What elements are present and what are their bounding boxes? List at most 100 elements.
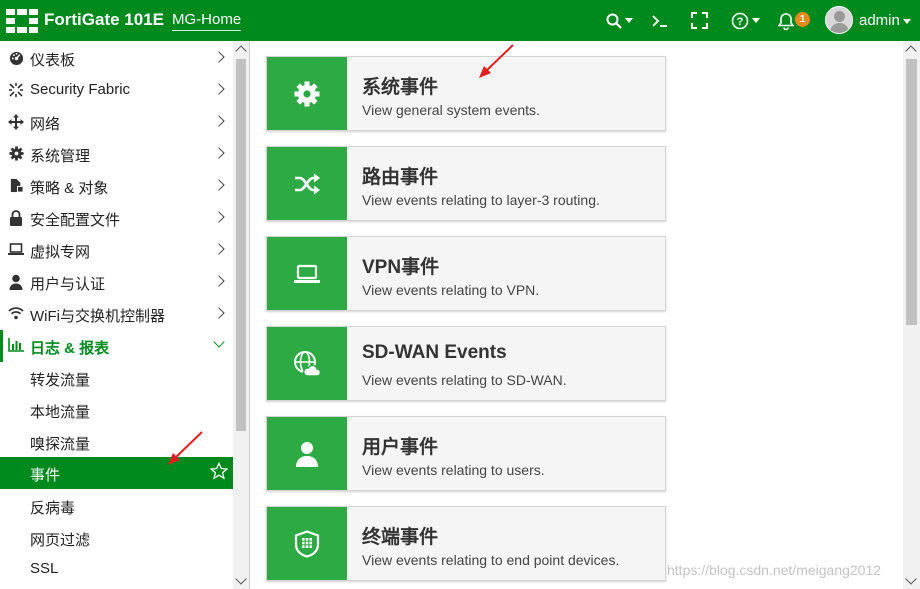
card-endpoint-events[interactable]: 终端事件 View events relating to end point d… (266, 506, 666, 581)
policy-icon (8, 178, 24, 194)
sidebar-item-label: Security Fabric (30, 81, 131, 98)
card-sdwan-events[interactable]: SD-WAN Events View events relating to SD… (266, 326, 666, 401)
svg-text:?: ? (737, 16, 744, 28)
card-router-events[interactable]: 路由事件 View events relating to layer-3 rou… (266, 146, 666, 221)
chevron-down-icon (213, 336, 225, 348)
sidebar-item-label: 安全配置文件 (30, 212, 121, 229)
scrollbar-thumb[interactable] (236, 59, 246, 431)
search-icon (606, 13, 622, 29)
sidebar-subitem-label: 网页过滤 (30, 532, 91, 549)
chevron-right-icon (213, 243, 225, 255)
card-title: 用户事件 (362, 437, 439, 458)
star-icon[interactable] (210, 462, 228, 480)
sidebar-subitem-sniffer-traffic[interactable]: 嗅探流量 (0, 426, 233, 458)
watermark: https://blog.csdn.net/meigang2012 (667, 562, 882, 578)
sidebar-item-vpn[interactable]: 虚拟专网 (0, 234, 233, 266)
notifications-button[interactable] (777, 10, 795, 32)
card-system-events[interactable]: 系统事件 View general system events. (266, 56, 666, 131)
main-scrollbar[interactable] (903, 41, 920, 589)
laptop-icon (8, 242, 24, 258)
avatar[interactable] (825, 6, 853, 34)
sidebar-scrollbar[interactable] (233, 41, 249, 589)
chevron-right-icon (213, 275, 225, 287)
globe-cloud-icon (294, 351, 321, 377)
card-description: View events relating to VPN. (362, 282, 540, 298)
sidebar-item-dashboard[interactable]: 仪表板 (0, 42, 233, 74)
hostname-link[interactable]: MG-Home (172, 11, 242, 31)
chevron-down-icon (752, 18, 760, 24)
chevron-right-icon (213, 307, 225, 319)
sidebar-subitem-label: SSL (30, 560, 59, 577)
gear-icon (294, 81, 320, 107)
scroll-down-icon[interactable] (905, 573, 917, 585)
chevron-down-icon (625, 18, 633, 24)
sidebar-item-label: WiFi与交换机控制器 (30, 308, 165, 325)
sidebar-subitem-web-filter[interactable]: 网页过滤 (0, 522, 233, 554)
chevron-right-icon (213, 83, 225, 95)
user-menu[interactable]: admin (859, 12, 911, 29)
card-description: View events relating to users. (362, 462, 545, 478)
notification-badge: 1 (795, 12, 810, 27)
bell-icon (777, 12, 795, 31)
card-description: View events relating to SD-WAN. (362, 372, 567, 388)
scrollbar-thumb[interactable] (906, 59, 917, 325)
shuffle-icon (295, 173, 320, 195)
sidebar-item-user-auth[interactable]: 用户与认证 (0, 266, 233, 298)
laptop-icon (294, 264, 320, 283)
security-fabric-icon (8, 82, 24, 98)
lock-icon (8, 210, 24, 226)
product-name: FortiGate 101E (44, 10, 164, 29)
card-description: View general system events. (362, 102, 540, 118)
help-icon: ? (731, 12, 749, 30)
sidebar-subitem-local-traffic[interactable]: 本地流量 (0, 394, 233, 426)
sidebar-subitem-antivirus[interactable]: 反病毒 (0, 490, 233, 522)
chevron-right-icon (213, 147, 225, 159)
card-user-events[interactable]: 用户事件 View events relating to users. (266, 416, 666, 491)
main-content: 系统事件 View general system events. 路由事件 Vi… (251, 41, 920, 589)
card-title: 路由事件 (362, 167, 439, 188)
bar-chart-icon (8, 338, 24, 354)
cli-console-button[interactable] (651, 10, 669, 32)
help-menu[interactable]: ? (731, 10, 760, 32)
sidebar-subitem-ssl[interactable]: SSL (0, 553, 233, 585)
card-title: 终端事件 (362, 527, 439, 548)
card-icon-box (267, 507, 347, 580)
search-menu[interactable] (606, 10, 633, 32)
sidebar-item-label: 系统管理 (30, 148, 91, 165)
sidebar-subitem-label: 嗅探流量 (30, 436, 91, 453)
username: admin (859, 12, 900, 29)
card-description: View events relating to layer-3 routing. (362, 192, 600, 208)
sidebar-subitem-forward-traffic[interactable]: 转发流量 (0, 362, 233, 394)
card-icon-box (267, 147, 347, 220)
chevron-right-icon (213, 115, 225, 127)
sidebar-item-network[interactable]: 网络 (0, 106, 233, 138)
card-vpn-events[interactable]: VPN事件 View events relating to VPN. (266, 236, 666, 311)
scroll-down-icon[interactable] (235, 573, 247, 585)
sidebar-item-security-profiles[interactable]: 安全配置文件 (0, 202, 233, 234)
user-icon (8, 274, 24, 290)
sidebar-item-log-report[interactable]: 日志 & 报表 (0, 330, 233, 362)
sidebar-item-label: 网络 (30, 116, 61, 133)
chevron-right-icon (213, 51, 225, 63)
sidebar-item-wifi-switch[interactable]: WiFi与交换机控制器 (0, 298, 233, 330)
user-icon (296, 442, 318, 467)
sidebar-item-label: 虚拟专网 (30, 244, 91, 261)
scroll-up-icon[interactable] (235, 45, 247, 57)
card-icon-box (267, 327, 347, 400)
gear-icon (8, 146, 24, 162)
sidebar-item-system[interactable]: 系统管理 (0, 138, 233, 170)
sidebar-item-security-fabric[interactable]: Security Fabric (0, 74, 233, 106)
card-title: 系统事件 (362, 77, 439, 98)
sidebar-item-policy-objects[interactable]: 策略 & 对象 (0, 170, 233, 202)
sidebar-subitem-events[interactable]: 事件 (0, 457, 233, 489)
chevron-right-icon (213, 179, 225, 191)
top-bar: FortiGate 101E MG-Home ? 1 admin (0, 0, 920, 41)
card-title: SD-WAN Events (362, 342, 507, 363)
scroll-up-icon[interactable] (905, 45, 917, 57)
sidebar-item-label: 仪表板 (30, 52, 76, 69)
card-icon-box (267, 237, 347, 310)
fortinet-logo-icon[interactable] (6, 9, 38, 33)
fullscreen-icon (691, 12, 708, 30)
fullscreen-button[interactable] (691, 10, 708, 32)
chevron-right-icon (213, 211, 225, 223)
